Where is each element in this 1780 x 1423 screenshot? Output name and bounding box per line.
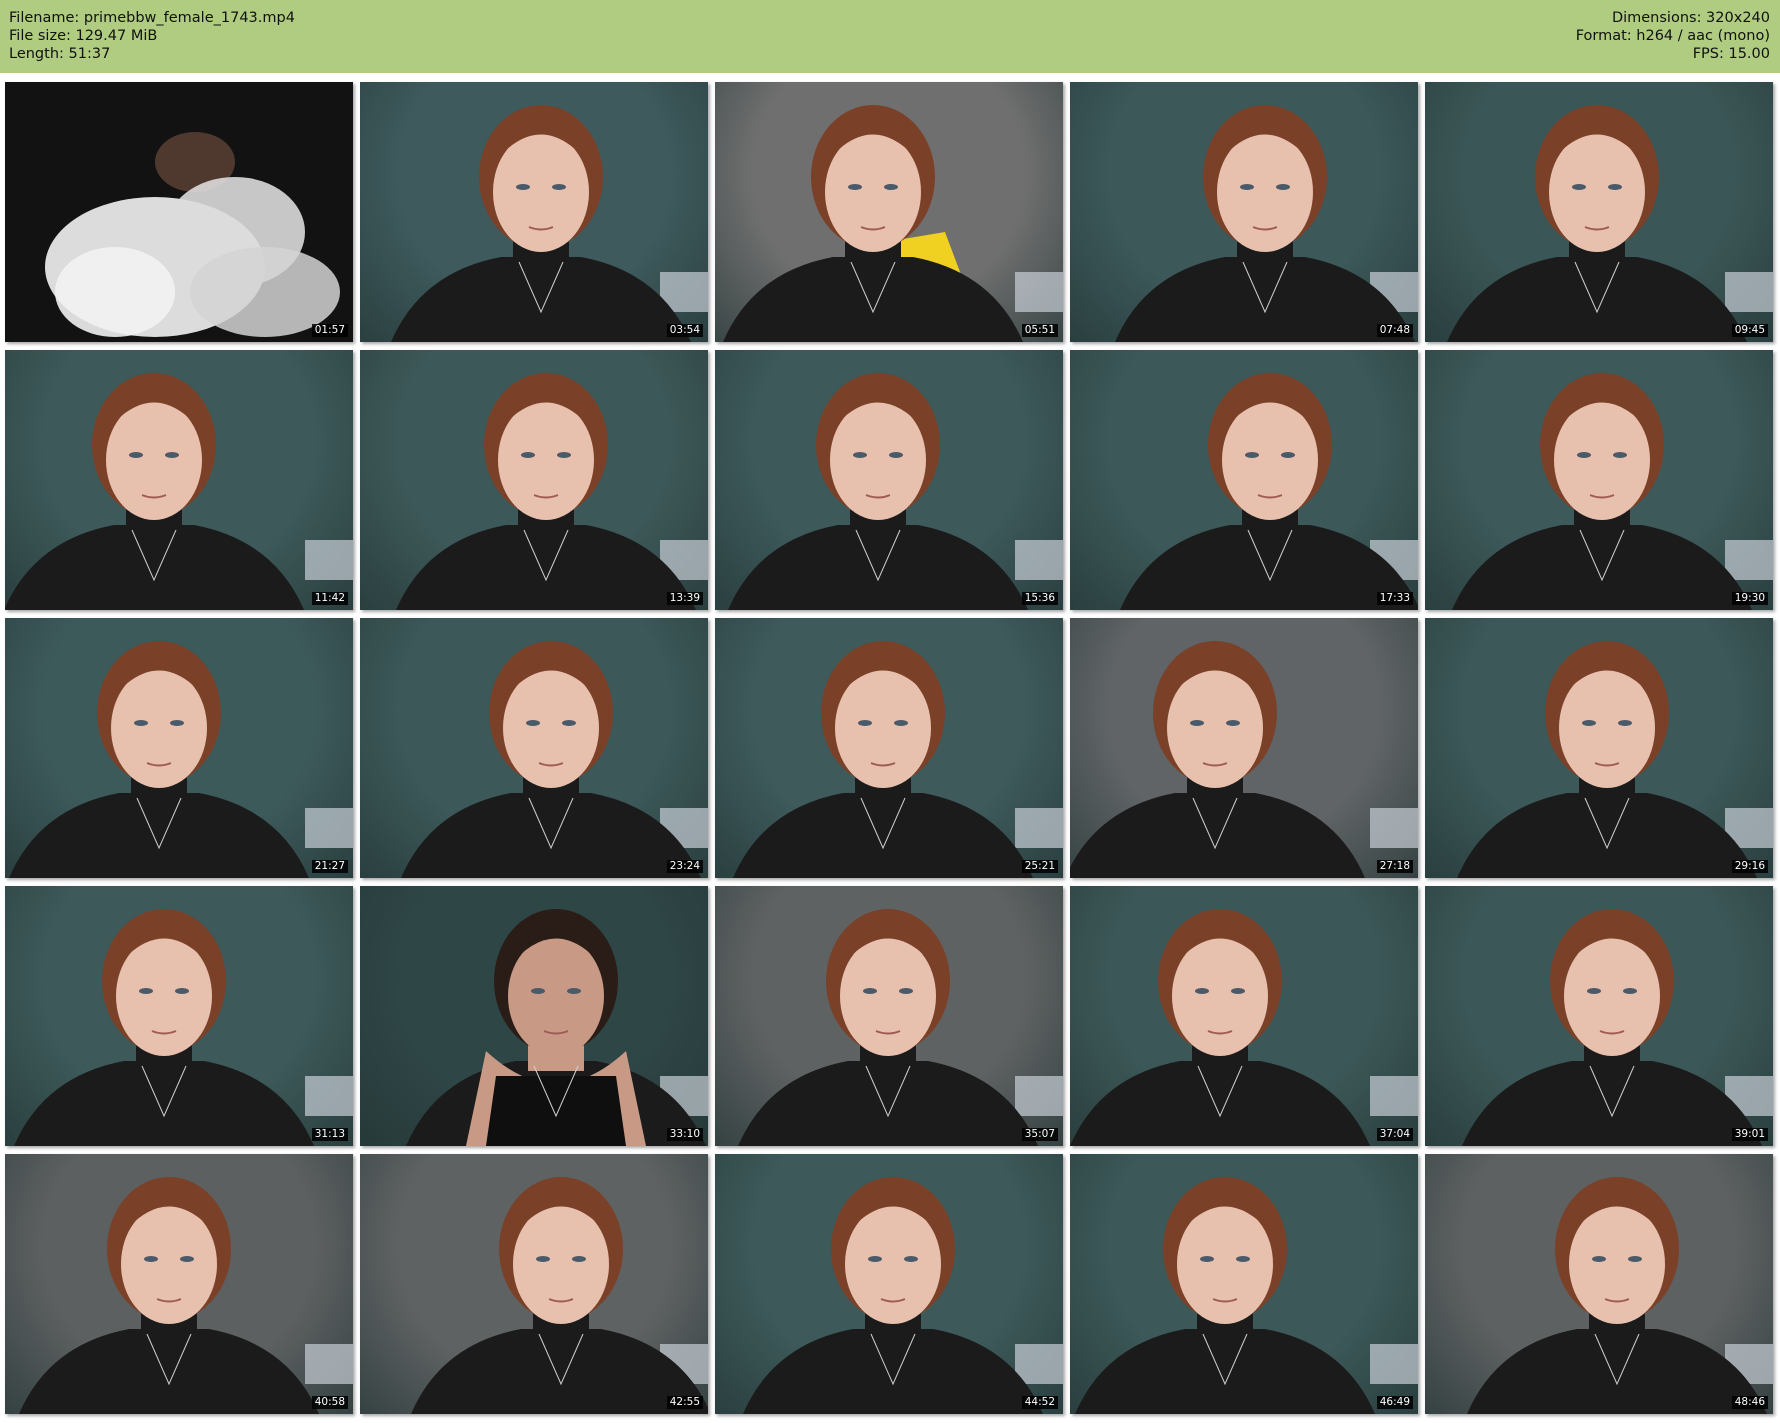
- timestamp-label: 03:54: [666, 324, 703, 337]
- frame-image: [401, 641, 708, 878]
- timestamp-label: 48:46: [1731, 1396, 1768, 1409]
- frame-thumbnail: 21:27: [5, 618, 353, 878]
- frame-image: [1457, 641, 1773, 878]
- frame-image: [5, 373, 353, 610]
- timestamp-label: 44:52: [1021, 1396, 1058, 1409]
- frame-image: [1070, 641, 1418, 878]
- frame-thumbnail: 31:13: [5, 886, 353, 1146]
- frame-image: [1467, 1177, 1773, 1414]
- frame-thumbnail: 15:36: [715, 350, 1063, 610]
- filesize-text: File size: 129.47 MiB: [9, 28, 158, 44]
- timestamp-label: 27:18: [1376, 860, 1413, 873]
- frame-thumbnail: 07:48: [1070, 82, 1418, 342]
- format-text: Format: h264 / aac (mono): [1575, 28, 1770, 44]
- frame-thumbnail: 01:57: [5, 82, 353, 342]
- frame-image: [411, 1177, 708, 1414]
- timestamp-label: 21:27: [311, 860, 348, 873]
- timestamp-label: 07:48: [1376, 324, 1413, 337]
- frame-image: [1462, 909, 1773, 1146]
- timestamp-label: 39:01: [1731, 1128, 1768, 1141]
- timestamp-label: 31:13: [311, 1128, 348, 1141]
- timestamp-label: 35:07: [1021, 1128, 1058, 1141]
- frame-image: [1447, 105, 1773, 342]
- timestamp-label: 29:16: [1731, 860, 1768, 873]
- frame-image: [1075, 1177, 1418, 1414]
- timestamp-label: 05:51: [1021, 324, 1058, 337]
- frame-thumbnail: 48:46: [1425, 1154, 1773, 1414]
- frame-image: [738, 909, 1063, 1146]
- file-info: Filename: primebbw_female_1743.mp4 File …: [9, 9, 295, 63]
- frame-thumbnail: 46:49: [1070, 1154, 1418, 1414]
- frame-thumbnail: 37:04: [1070, 886, 1418, 1146]
- frame-image: [1452, 373, 1773, 610]
- frame-thumbnail: 44:52: [715, 1154, 1063, 1414]
- frame-thumbnail: 11:42: [5, 350, 353, 610]
- timestamp-label: 33:10: [666, 1128, 703, 1141]
- fps-text: FPS: 15.00: [1692, 46, 1770, 62]
- timestamp-label: 40:58: [311, 1396, 348, 1409]
- timestamp-label: 01:57: [311, 324, 348, 337]
- frame-thumbnail: 35:07: [715, 886, 1063, 1146]
- frame-thumbnail: 19:30: [1425, 350, 1773, 610]
- timestamp-label: 25:21: [1021, 860, 1058, 873]
- frame-image: [1070, 909, 1418, 1146]
- frame-thumbnail: 13:39: [360, 350, 708, 610]
- frame-thumbnail: 40:58: [5, 1154, 353, 1414]
- timestamp-label: 37:04: [1376, 1128, 1413, 1141]
- frame-image: [723, 105, 1063, 342]
- length-text: Length: 51:37: [9, 46, 111, 62]
- frame-thumbnail: 03:54: [360, 82, 708, 342]
- timestamp-label: 09:45: [1731, 324, 1768, 337]
- frame-image: [396, 373, 708, 610]
- frame-thumbnail: 09:45: [1425, 82, 1773, 342]
- frame-image: [14, 909, 353, 1146]
- timestamp-label: 23:24: [666, 860, 703, 873]
- timestamp-label: 17:33: [1376, 592, 1413, 605]
- filename-text: Filename: primebbw_female_1743.mp4: [9, 10, 295, 26]
- frame-image: [728, 373, 1063, 610]
- frame-thumbnail: 42:55: [360, 1154, 708, 1414]
- frame-thumbnail: 27:18: [1070, 618, 1418, 878]
- frame-image: [9, 641, 353, 878]
- frame-image: [1115, 105, 1418, 342]
- frame-thumbnail: 33:10: [360, 886, 708, 1146]
- timestamp-label: 42:55: [666, 1396, 703, 1409]
- frame-thumbnail: 23:24: [360, 618, 708, 878]
- frame-thumbnail: 39:01: [1425, 886, 1773, 1146]
- frame-image: [406, 909, 708, 1146]
- media-info: Dimensions: 320x240 Format: h264 / aac (…: [1576, 9, 1770, 63]
- dimensions-text: Dimensions: 320x240: [1611, 10, 1770, 26]
- frame-thumbnail: 17:33: [1070, 350, 1418, 610]
- frame-image: [1120, 373, 1418, 610]
- frame-thumbnail: 25:21: [715, 618, 1063, 878]
- timestamp-label: 15:36: [1021, 592, 1058, 605]
- thumbnail-grid: 01:57 03:54 05:51 07:48 09:45 11:42 13:39 15:36…: [5, 82, 1775, 1418]
- frame-image: [743, 1177, 1063, 1414]
- timestamp-label: 13:39: [666, 592, 703, 605]
- frame-image: [19, 1177, 353, 1414]
- frame-thumbnail: 05:51: [715, 82, 1063, 342]
- timestamp-label: 11:42: [311, 592, 348, 605]
- info-header: Filename: primebbw_female_1743.mp4 File …: [0, 0, 1780, 73]
- timestamp-label: 19:30: [1731, 592, 1768, 605]
- frame-image: [391, 105, 708, 342]
- frame-thumbnail: 29:16: [1425, 618, 1773, 878]
- frame-image: [733, 641, 1063, 878]
- frame-image: [5, 82, 353, 342]
- timestamp-label: 46:49: [1376, 1396, 1413, 1409]
